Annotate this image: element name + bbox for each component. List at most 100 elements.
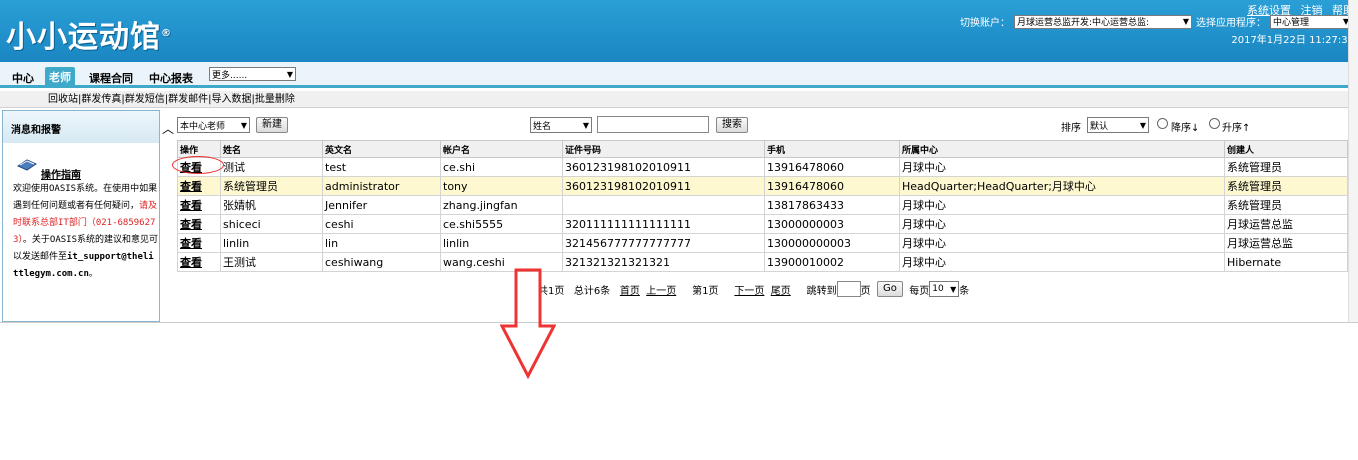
annotation-circle <box>172 156 224 174</box>
next-page-link[interactable]: 下一页 <box>734 282 764 297</box>
more-select[interactable]: 更多...... ▼ <box>209 67 296 81</box>
col-id-number: 证件号码 <box>562 140 765 158</box>
cell-phone: 13916478060 <box>764 157 900 177</box>
current-page: 第1页 <box>692 285 719 297</box>
chevron-down-icon: ▼ <box>950 284 957 294</box>
cell-account: zhang.jingfan <box>440 195 563 215</box>
select-app-label: 选择应用程序： <box>1196 18 1266 29</box>
cell-creator: 系统管理员 <box>1224 157 1348 177</box>
pager: 共1页 总计6条 首页 上一页 第1页 下一页 尾页 跳转到 页 Go 每页 1… <box>538 281 969 297</box>
sidebar-title: 消息和报警 <box>3 111 159 143</box>
sort-select[interactable]: 默认 ▼ <box>1087 117 1149 133</box>
cell-id-number: 360123198102010911 <box>562 157 765 177</box>
col-center: 所属中心 <box>899 140 1225 158</box>
switch-account-label: 切换账户： <box>960 18 1010 29</box>
view-link[interactable]: 查看 <box>180 256 202 269</box>
cell-english-name: Jennifer <box>322 195 441 215</box>
cell-name: 张婧帆 <box>220 195 323 215</box>
first-page-link[interactable]: 首页 <box>620 282 640 297</box>
app-logo: 小小运动馆® <box>6 20 172 55</box>
view-link[interactable]: 查看 <box>180 180 202 193</box>
view-link[interactable]: 查看 <box>180 199 202 212</box>
cell-name: 系统管理员 <box>220 176 323 196</box>
col-account: 帐户名 <box>440 140 563 158</box>
current-datetime: 2017年1月22日 11:27:35 <box>1231 35 1354 46</box>
tab-course-contract[interactable]: 课程合同 <box>89 70 133 86</box>
prev-page-link[interactable]: 上一页 <box>646 282 676 297</box>
cell-creator: Hibernate <box>1224 252 1348 272</box>
cell-english-name: administrator <box>322 176 441 196</box>
new-button[interactable]: 新建 <box>256 117 288 133</box>
subnav-batch-delete[interactable]: 批量删除 <box>255 94 295 105</box>
select-app-select[interactable]: 中心管理 ▼ <box>1270 14 1352 29</box>
subnav-fax[interactable]: 群发传真 <box>81 94 121 105</box>
asc-radio[interactable] <box>1209 118 1220 129</box>
search-button[interactable]: 搜索 <box>716 117 748 133</box>
table-row: 查看 shiceci ceshi ce.shi5555 320111111111… <box>177 214 1348 234</box>
jump-page-input[interactable] <box>836 281 861 297</box>
subnav-email[interactable]: 群发邮件 <box>168 94 208 105</box>
tab-center-report[interactable]: 中心报表 <box>149 70 193 86</box>
cell-id-number: 360123198102010911 <box>562 176 765 196</box>
col-action: 操作 <box>177 140 221 158</box>
table-row: 查看 测试 test ce.shi 360123198102010911 139… <box>177 157 1348 177</box>
scope-select[interactable]: 本中心老师 ▼ <box>177 117 250 133</box>
message-sidebar: 消息和报警 操作指南 欢迎使用OASIS系统。在使用中如果遇到任何问题或者有任何… <box>2 110 160 322</box>
tab-center[interactable]: 中心 <box>12 70 34 86</box>
page-suffix: 页 <box>860 285 871 297</box>
desc-label: 降序↓ <box>1171 123 1200 134</box>
cell-name: 王测试 <box>220 252 323 272</box>
cell-creator: 月球运营总监 <box>1224 214 1348 234</box>
account-switcher: 切换账户： 月球运营总监开发:中心运营总监: ▼ 选择应用程序： 中心管理 ▼ <box>960 14 1352 29</box>
book-icon <box>17 159 37 171</box>
chevron-down-icon: ▼ <box>240 120 247 130</box>
content-divider <box>0 322 1358 323</box>
per-page-label: 每页 <box>909 285 930 297</box>
sort-label: 排序 <box>1061 123 1081 134</box>
cell-phone: 13000000003 <box>764 214 900 234</box>
table-row: 查看 linlin lin linlin 321456777777777777 … <box>177 233 1348 253</box>
view-link[interactable]: 查看 <box>180 218 202 231</box>
asc-label: 升序↑ <box>1222 123 1251 134</box>
cell-center: 月球中心 <box>899 157 1225 177</box>
guide-link[interactable]: 操作指南 <box>41 166 81 181</box>
table-row: 查看 王测试 ceshiwang wang.ceshi 321321321321… <box>177 252 1348 272</box>
cell-account: linlin <box>440 233 563 253</box>
cell-id-number: 321456777777777777 <box>562 233 765 253</box>
cell-english-name: lin <box>322 233 441 253</box>
subnav-import[interactable]: 导入数据 <box>212 94 252 105</box>
subnav-recycle[interactable]: 回收站 <box>48 94 78 105</box>
switch-account-select[interactable]: 月球运营总监开发:中心运营总监: ▼ <box>1014 14 1192 29</box>
cell-account: tony <box>440 176 563 196</box>
last-page-link[interactable]: 尾页 <box>771 282 791 297</box>
vertical-scrollbar[interactable] <box>1348 0 1358 322</box>
table-row: 查看 系统管理员 administrator tony 360123198102… <box>177 176 1348 196</box>
search-input[interactable] <box>597 116 709 133</box>
cell-account: ce.shi5555 <box>440 214 563 234</box>
cell-center: 月球中心 <box>899 214 1225 234</box>
view-link[interactable]: 查看 <box>180 237 202 250</box>
go-button[interactable]: Go <box>877 281 903 297</box>
tab-teacher[interactable]: 老师 <box>45 67 75 87</box>
welcome-text: 欢迎使用OASIS系统。在使用中如果遇到任何问题或者有任何疑问，请及时联系总部I… <box>13 184 159 279</box>
chevron-down-icon: ▼ <box>582 120 589 130</box>
cell-name: shiceci <box>220 214 323 234</box>
desc-radio[interactable] <box>1157 118 1168 129</box>
subnav-sms[interactable]: 群发短信 <box>125 94 165 105</box>
chevron-down-icon: ▼ <box>1139 120 1146 130</box>
cell-center: 月球中心 <box>899 195 1225 215</box>
field-select[interactable]: 姓名 ▼ <box>530 117 592 133</box>
cell-id-number: 320111111111111111 <box>562 214 765 234</box>
collapse-icon[interactable]: ︿ <box>162 120 174 137</box>
teacher-table: 操作 姓名 英文名 帐户名 证件号码 手机 所属中心 创建人 查看 测试 tes… <box>177 140 1348 272</box>
cell-creator: 系统管理员 <box>1224 195 1348 215</box>
cell-name: linlin <box>220 233 323 253</box>
per-page-select[interactable]: 10 ▼ <box>929 281 960 297</box>
cell-english-name: test <box>322 157 441 177</box>
arrow-down-icon <box>500 268 556 380</box>
col-phone: 手机 <box>764 140 900 158</box>
per-page-suffix: 条 <box>959 285 970 297</box>
main-nav: 中心 老师 课程合同 中心报表 更多...... ▼ <box>0 62 1358 88</box>
cell-phone: 13817863433 <box>764 195 900 215</box>
cell-creator: 月球运营总监 <box>1224 233 1348 253</box>
